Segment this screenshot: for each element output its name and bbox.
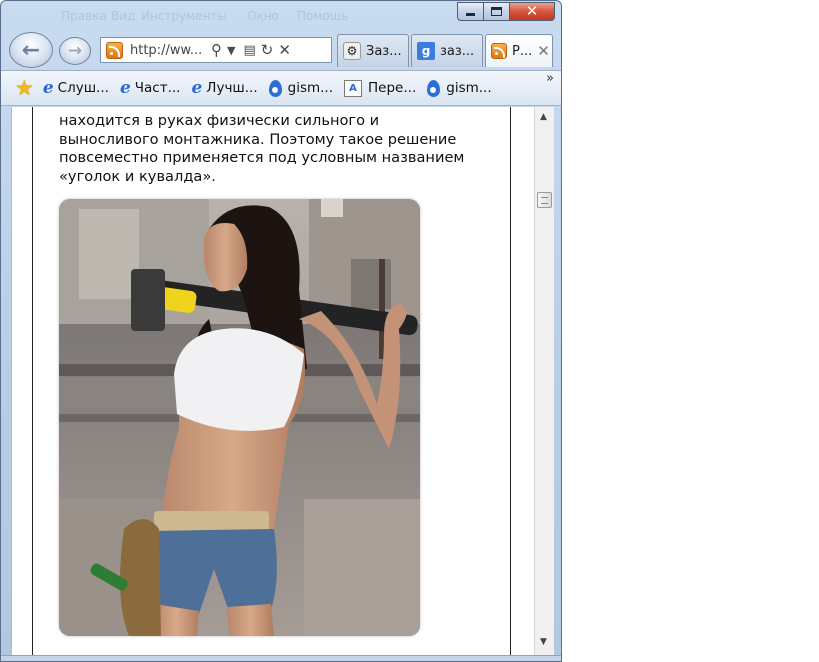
article-photo [59,199,420,636]
favorite-item-4[interactable]: gism... [268,79,334,97]
translate-icon: A [344,79,363,97]
forward-arrow-icon: → [67,41,83,61]
maximize-button[interactable] [483,2,509,21]
content-border-left [32,107,33,655]
menu-item-edit[interactable]: Правка [61,9,107,23]
forward-button[interactable]: → [59,37,91,65]
back-arrow-icon: ← [21,37,41,63]
menu-item-tools[interactable]: Инструменты [141,9,227,23]
tab-label: заз... [440,43,475,59]
tab-strip: ⚙ Заз... g заз... Р... ✕ [337,34,555,67]
favorite-label: gism... [446,80,492,96]
title-bar: Правка Вид Инструменты Окно Помощь ✕ [1,1,561,29]
favorite-item-5[interactable]: A Пере... [344,79,417,97]
favorite-item-2[interactable]: e Част... [120,78,181,98]
address-input[interactable]: http://ww... [130,43,206,58]
page-viewport: находится в руках физически сильного и в… [11,107,554,655]
menu-item-help[interactable]: Помощь [297,9,348,23]
ie-icon: e [191,78,203,98]
tab-label: Заз... [366,43,402,59]
menu-item-window[interactable]: Окно [247,9,279,23]
web-page: находится в руках физически сильного и в… [12,107,534,655]
tab-1[interactable]: ⚙ Заз... [337,34,409,67]
status-bar [1,655,561,661]
ie-icon: e [42,78,54,98]
tab-2[interactable]: g заз... [411,34,483,67]
favorite-label: Лучш... [206,80,258,96]
photo-illustration [59,199,420,636]
content-border-right [510,107,511,655]
dropdown-arrow-icon[interactable]: ▼ [227,45,235,56]
favorite-label: Пере... [368,80,417,96]
close-icon: ✕ [525,2,539,20]
window-controls: ✕ [457,2,555,21]
rss-icon [491,43,507,59]
favorites-overflow-chevron[interactable]: » [546,71,554,86]
article-line: повсеместно применяется под условным наз… [59,149,465,166]
favorite-item-3[interactable]: e Лучш... [191,78,257,98]
menu-item-view[interactable]: Вид [111,9,135,23]
close-button[interactable]: ✕ [509,2,555,21]
minimize-button[interactable] [457,2,483,21]
favorite-item-6[interactable]: gism... [427,79,492,97]
article-line: выносливого монтажника. Поэтому такое ре… [59,130,457,148]
ie-icon: e [119,78,131,98]
article-paragraph: находится в руках физически сильного и в… [59,112,489,186]
navigation-row: ← → http://ww... ⚲ ▼ ▤ ↻ ✕ ⚙ Заз... g за… [1,31,561,69]
minimize-icon [466,13,475,16]
maximize-icon [491,7,502,16]
article-line: «уголок и кувалда». [59,167,216,185]
drop-icon [268,79,282,97]
scroll-up-arrow-icon[interactable]: ▲ [540,112,547,122]
google-icon: g [417,42,435,60]
tab-3-active[interactable]: Р... ✕ [485,34,553,67]
favorites-star-icon[interactable]: ★ [15,76,34,100]
back-button[interactable]: ← [9,32,53,68]
stop-icon[interactable]: ✕ [278,42,291,58]
favorite-item-1[interactable]: e Слуш... [43,78,109,98]
favorites-bar: ★ e Слуш... e Част... e Лучш... gism... A Пе… [1,70,561,106]
favorite-label: Слуш... [57,80,109,96]
scroll-down-arrow-icon[interactable]: ▼ [540,637,547,647]
favorite-label: Част... [134,80,181,96]
rss-icon [106,41,123,59]
gear-icon: ⚙ [343,42,361,60]
favorite-label: gism... [287,80,334,96]
vertical-scrollbar[interactable]: ▲ ▼ [534,107,554,655]
browser-window: Правка Вид Инструменты Окно Помощь ✕ ← →… [0,0,562,662]
address-bar[interactable]: http://ww... ⚲ ▼ ▤ ↻ ✕ [100,37,332,63]
scroll-thumb[interactable] [537,192,552,208]
tab-label: Р... [512,43,533,59]
tab-close-icon[interactable]: ✕ [537,42,550,60]
article-line: находится в руках физически сильного и [59,112,380,129]
compatibility-icon[interactable]: ▤ [243,44,255,57]
search-icon[interactable]: ⚲ [211,42,222,58]
refresh-icon[interactable]: ↻ [261,42,274,58]
drop-icon [427,79,441,97]
